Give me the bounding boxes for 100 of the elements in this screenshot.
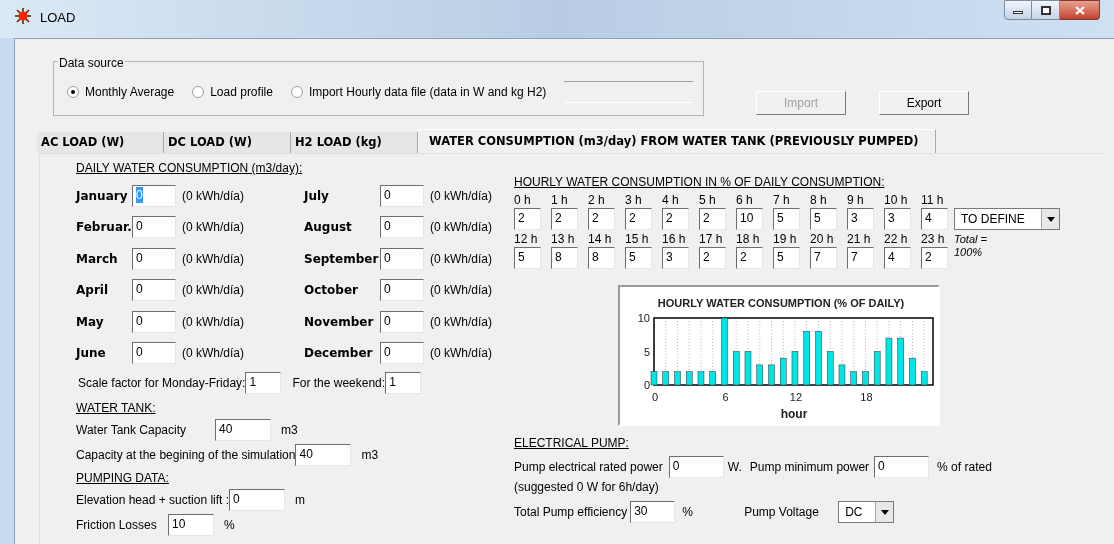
radio-button[interactable] (192, 86, 205, 98)
input-field[interactable]: 0 (380, 184, 424, 207)
hour-label: 11 h (921, 193, 945, 208)
input-field[interactable]: 2 (514, 208, 541, 230)
input-field[interactable]: 0 (380, 342, 424, 365)
tab[interactable]: AC LOAD (W) (37, 132, 164, 153)
energy-label: (0 kWh/día) (182, 187, 244, 205)
month-label: June (76, 345, 107, 363)
axis-tick-label: 0 (643, 379, 650, 391)
unit-label: m (295, 491, 306, 509)
input-field[interactable]: 0 (132, 247, 176, 270)
input-field[interactable]: 10 (168, 513, 214, 536)
month-label: Februar. (76, 219, 132, 237)
input-field[interactable]: 2 (625, 208, 652, 230)
input-field[interactable]: 1 (245, 372, 282, 394)
unit-label: % of rated (937, 459, 992, 476)
radio-label[interactable]: Load profile (210, 83, 273, 101)
month-label: April (76, 282, 110, 300)
sun-icon (14, 7, 32, 25)
minimize-button[interactable] (1004, 0, 1032, 20)
hour-label: 3 h (625, 193, 643, 208)
tab[interactable]: DC LOAD (W) (164, 132, 291, 153)
axis-tick-label: 10 (637, 312, 650, 324)
input-field[interactable]: 10 (736, 208, 763, 230)
export-button[interactable]: Export (879, 91, 969, 115)
month-label: May (76, 313, 105, 331)
radio-button[interactable] (290, 86, 303, 98)
input-field[interactable]: 0 (132, 216, 176, 239)
dropdown[interactable]: TO DEFINE (954, 208, 1060, 230)
input-field[interactable]: 7 (847, 247, 874, 269)
field-label: Pump electrical rated power (514, 459, 663, 476)
input-field[interactable]: 3 (884, 208, 911, 230)
input-field[interactable]: 2 (662, 208, 689, 230)
section-heading: PUMPING DATA: (76, 470, 170, 487)
bar (721, 317, 728, 386)
energy-label: (0 kWh/día) (430, 250, 492, 268)
radio-label[interactable]: Import Hourly data file (data in W and kg H2) (308, 83, 547, 101)
energy-label: (0 kWh/día) (430, 313, 492, 331)
caret-icon (1046, 216, 1055, 222)
input-field[interactable]: 0 (229, 488, 286, 511)
bar (862, 371, 869, 386)
input-field[interactable]: 2 (699, 208, 726, 230)
input-field[interactable]: 3 (662, 247, 689, 269)
unit-label: % (682, 504, 694, 521)
input-field[interactable]: 5 (773, 208, 800, 230)
input-field[interactable]: 30 (630, 501, 676, 523)
input-field[interactable]: 0 (132, 342, 176, 365)
bar (697, 371, 705, 386)
input-field[interactable]: 0 (132, 310, 176, 333)
input-field[interactable]: 2 (921, 247, 948, 269)
input-field[interactable]: 4 (921, 208, 948, 230)
input-field[interactable]: 0 (132, 279, 176, 302)
input-field[interactable]: 0 (874, 456, 930, 478)
input-field[interactable]: 0 (668, 456, 724, 478)
input-field[interactable]: 0 (380, 310, 424, 333)
input-field[interactable]: 1 (385, 372, 422, 394)
input-field[interactable]: 5 (625, 247, 652, 269)
input-field[interactable]: 8 (551, 247, 578, 269)
axis-tick-label: 0 (651, 391, 659, 403)
hour-label: 19 h (773, 232, 798, 247)
radio-button[interactable] (67, 86, 79, 98)
input-field[interactable]: 40 (295, 443, 352, 466)
maximize-button[interactable] (1032, 0, 1060, 20)
tab[interactable]: H2 LOAD (kg) (291, 132, 418, 153)
input-field[interactable]: 40 (215, 418, 271, 441)
hour-label: 7 h (773, 193, 791, 208)
input-field[interactable]: 2 (588, 208, 615, 230)
input-field[interactable]: 0 (380, 216, 424, 239)
input-field[interactable]: 5 (810, 208, 837, 230)
bar (885, 337, 893, 386)
input-field[interactable]: 2 (699, 247, 726, 269)
caret-icon (880, 509, 889, 515)
section-heading: HOURLY WATER CONSUMPTION IN % OF DAILY CONSUMPTION: (514, 174, 886, 191)
bar (686, 371, 693, 386)
hour-label: 12 h (514, 232, 539, 247)
hour-label: 4 h (662, 193, 680, 208)
section-heading: WATER TANK: (76, 400, 157, 417)
bar (791, 351, 799, 386)
input-field[interactable]: 2 (551, 208, 578, 230)
close-button[interactable] (1060, 0, 1100, 20)
input-field[interactable]: 7 (810, 247, 837, 269)
dropdown[interactable]: DC (838, 501, 895, 523)
field-label: For the weekend: (292, 375, 386, 392)
input-field[interactable]: 5 (514, 247, 541, 269)
input-field[interactable]: 0 (380, 247, 424, 270)
tab[interactable]: WATER CONSUMPTION (m3/day) FROM WATER TANK (PREVIOUSLY PUMPED) (418, 129, 936, 153)
input-field[interactable]: 5 (773, 247, 800, 269)
input-field[interactable]: 0 (380, 279, 424, 302)
input-field[interactable]: 4 (884, 247, 911, 269)
field-label: Friction Losses (76, 516, 158, 534)
input-field[interactable]: 2 (736, 247, 763, 269)
energy-label: (0 kWh/día) (182, 345, 244, 363)
input-field[interactable]: 8 (588, 247, 615, 269)
unit-label: m3 (281, 421, 298, 439)
radio-label[interactable]: Monthly Average (85, 83, 175, 101)
hour-label: 20 h (810, 232, 835, 247)
hour-label: 13 h (551, 232, 576, 247)
hour-label: 15 h (625, 232, 650, 247)
input-field[interactable]: 3 (847, 208, 874, 230)
month-label: September (304, 250, 380, 268)
